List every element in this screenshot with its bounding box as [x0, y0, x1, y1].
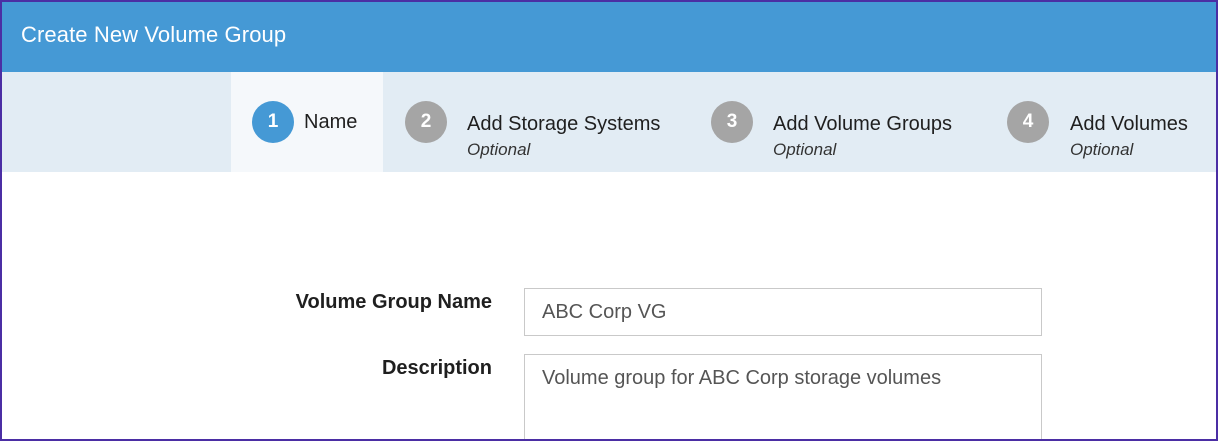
wizard-steps: 1 Name 2 Add Storage Systems Optional 3 … [2, 72, 1216, 172]
step-4-optional: Optional [1070, 140, 1134, 159]
step-1-label: Name [304, 111, 358, 133]
dialog-title: Create New Volume Group [21, 22, 287, 47]
step-2-number: 2 [405, 101, 447, 143]
description-textarea[interactable]: Volume group for ABC Corp storage volume… [524, 354, 1042, 439]
step-add-volumes[interactable]: 4 Add Volumes Optional [998, 72, 1216, 172]
step-1-number: 1 [252, 101, 294, 143]
step-add-volume-groups[interactable]: 3 Add Volume Groups Optional [702, 72, 982, 172]
step-name[interactable]: 1 Name [231, 72, 383, 172]
step-4-number: 4 [1007, 101, 1049, 143]
step-3-optional: Optional [773, 140, 837, 159]
create-volume-group-dialog: Create New Volume Group 1 Name 2 Add Sto… [0, 0, 1218, 441]
volume-group-name-label: Volume Group Name [295, 291, 492, 313]
step-2-label: Add Storage Systems [467, 113, 661, 135]
step-3-label: Add Volume Groups [773, 113, 952, 135]
step-2-optional: Optional [467, 140, 531, 159]
step-4-label: Add Volumes [1070, 113, 1188, 135]
step-add-storage-systems[interactable]: 2 Add Storage Systems Optional [397, 72, 687, 172]
description-label: Description [381, 357, 492, 379]
dialog-header: Create New Volume Group [2, 2, 1216, 72]
volume-group-name-input[interactable] [524, 288, 1042, 336]
step-3-number: 3 [711, 101, 753, 143]
